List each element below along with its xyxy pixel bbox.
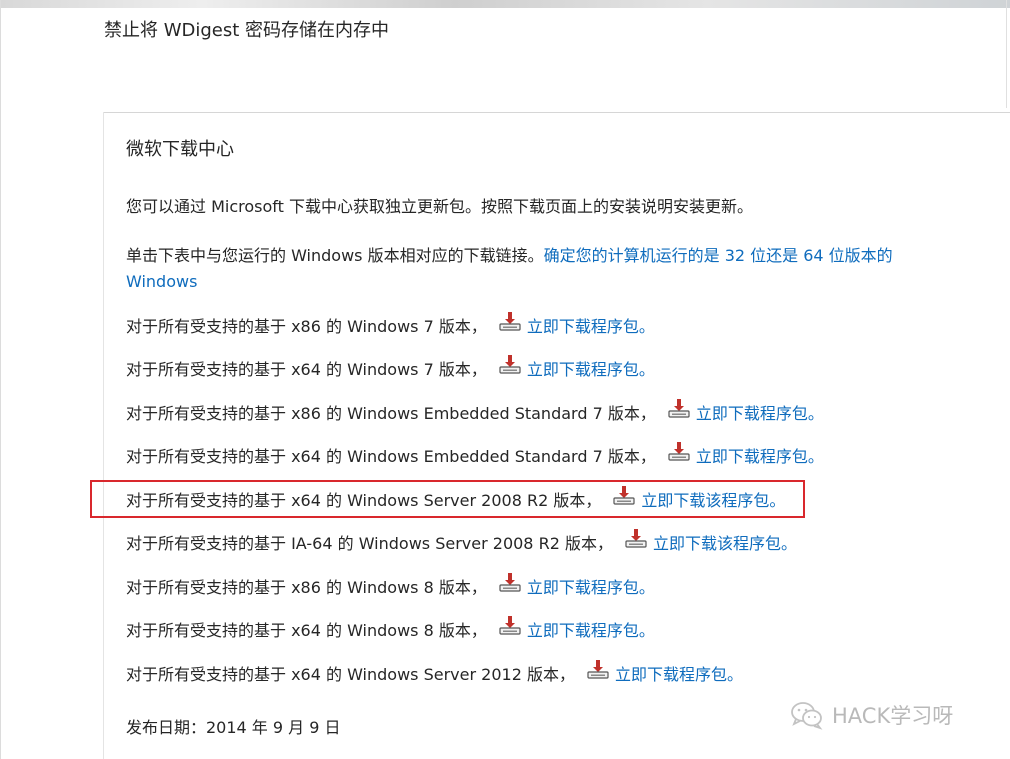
- download-row: 对于所有受支持的基于 x86 的 Windows Embedded Standa…: [126, 398, 824, 426]
- download-row-text: 对于所有受支持的基于 x64 的 Windows 7 版本，: [126, 360, 487, 379]
- wechat-icon: [791, 702, 823, 730]
- watermark: HACK学习呀: [790, 700, 953, 730]
- instruction-paragraph: 单击下表中与您运行的 Windows 版本相对应的下载链接。确定您的计算机运行的…: [126, 243, 966, 295]
- download-row: 对于所有受支持的基于 x86 的 Windows 7 版本， 立即下载程序包。: [126, 311, 655, 339]
- download-row: 对于所有受支持的基于 IA-64 的 Windows Server 2008 R…: [126, 528, 797, 556]
- download-row-text: 对于所有受支持的基于 x64 的 Windows 8 版本，: [126, 621, 487, 640]
- section-left-border: [103, 112, 104, 759]
- download-row-text: 对于所有受支持的基于 x86 的 Windows 8 版本，: [126, 578, 487, 597]
- download-package-link[interactable]: 立即下载程序包。: [527, 356, 655, 380]
- highlight-annotation-box: [90, 480, 805, 518]
- download-row: 对于所有受支持的基于 x64 的 Windows 8 版本， 立即下载程序包。: [126, 615, 655, 643]
- download-icon[interactable]: [587, 659, 609, 679]
- download-row-text: 对于所有受支持的基于 x86 的 Windows 7 版本，: [126, 317, 487, 336]
- download-icon[interactable]: [668, 441, 690, 461]
- download-package-link[interactable]: 立即下载程序包。: [527, 574, 655, 598]
- section-heading: 微软下载中心: [126, 139, 234, 160]
- download-row: 对于所有受支持的基于 x86 的 Windows 8 版本， 立即下载程序包。: [126, 572, 655, 600]
- publish-date: 发布日期：2014 年 9 月 9 日: [126, 718, 341, 737]
- right-border: [1006, 0, 1007, 108]
- intro-paragraph: 您可以通过 Microsoft 下载中心获取独立更新包。按照下载页面上的安装说明…: [126, 197, 753, 216]
- download-icon[interactable]: [499, 354, 521, 374]
- download-package-link[interactable]: 立即下载程序包。: [696, 400, 824, 424]
- top-decorative-strip: [0, 0, 1010, 8]
- section-divider: [103, 112, 1010, 113]
- download-row: 对于所有受支持的基于 x64 的 Windows 7 版本， 立即下载程序包。: [126, 354, 655, 382]
- page-title: 禁止将 WDigest 密码存储在内存中: [104, 20, 390, 41]
- download-package-link[interactable]: 立即下载程序包。: [696, 443, 824, 467]
- download-package-link[interactable]: 立即下载该程序包。: [653, 530, 797, 554]
- download-row: 对于所有受支持的基于 x64 的 Windows Server 2012 版本，…: [126, 659, 743, 687]
- download-row-text: 对于所有受支持的基于 x86 的 Windows Embedded Standa…: [126, 404, 656, 423]
- download-row-text: 对于所有受支持的基于 x64 的 Windows Server 2012 版本，: [126, 665, 575, 684]
- download-package-link[interactable]: 立即下载程序包。: [527, 313, 655, 337]
- instruction-text: 单击下表中与您运行的 Windows 版本相对应的下载链接。: [126, 246, 544, 265]
- download-icon[interactable]: [625, 528, 647, 548]
- download-row-text: 对于所有受支持的基于 IA-64 的 Windows Server 2008 R…: [126, 534, 613, 553]
- download-icon[interactable]: [499, 615, 521, 635]
- download-icon[interactable]: [499, 572, 521, 592]
- download-package-link[interactable]: 立即下载程序包。: [527, 617, 655, 641]
- download-row-text: 对于所有受支持的基于 x64 的 Windows Embedded Standa…: [126, 447, 656, 466]
- watermark-text: HACK学习呀: [832, 704, 954, 728]
- left-border: [0, 0, 1, 759]
- download-row: 对于所有受支持的基于 x64 的 Windows Embedded Standa…: [126, 441, 824, 469]
- download-icon[interactable]: [499, 311, 521, 331]
- download-package-link[interactable]: 立即下载程序包。: [615, 661, 743, 685]
- download-icon[interactable]: [668, 398, 690, 418]
